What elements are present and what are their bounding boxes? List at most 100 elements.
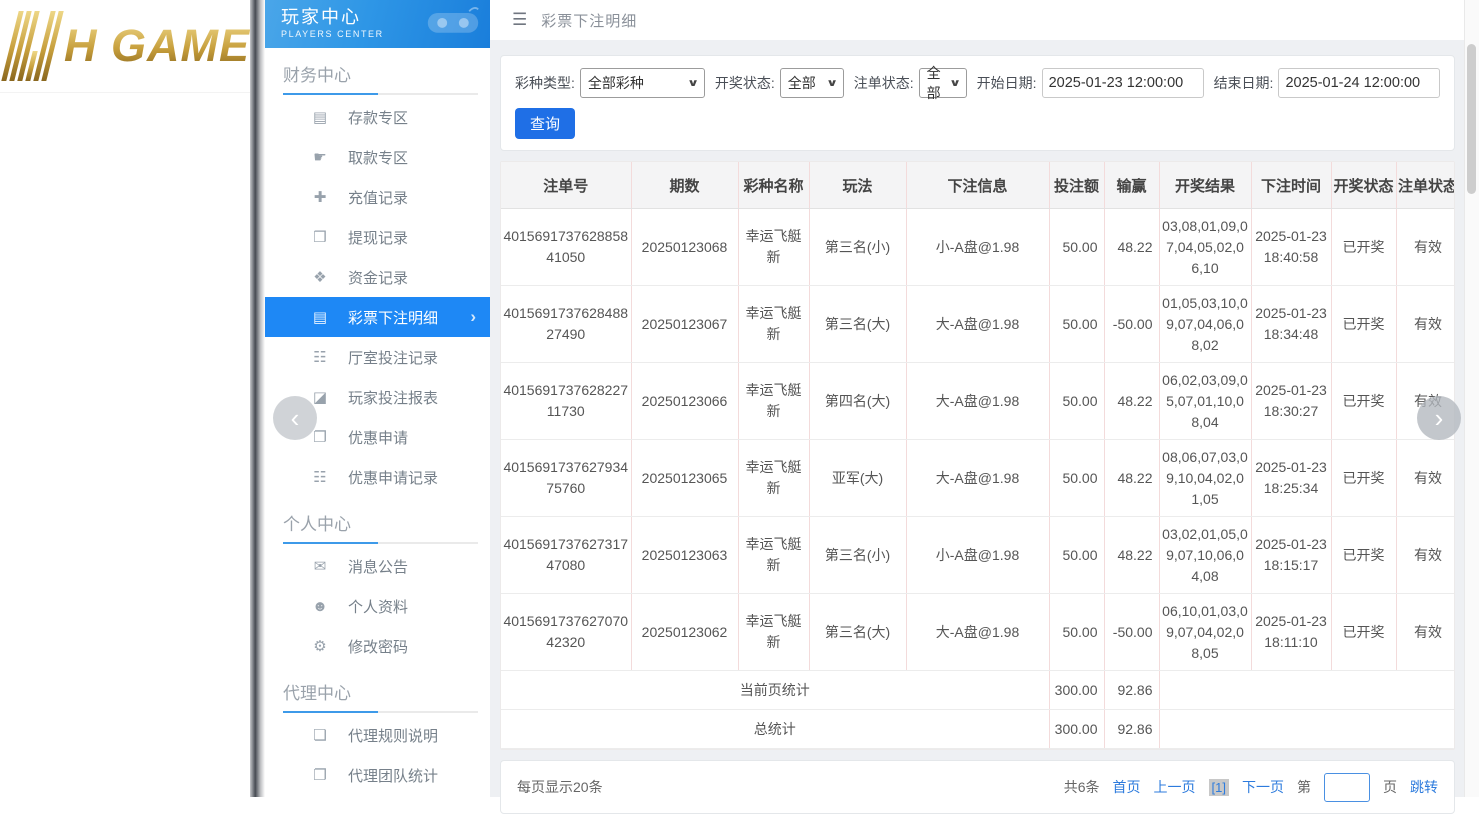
sidebar-item-withdraw-records[interactable]: ❒提现记录: [265, 217, 490, 257]
sidebar-item-agent-rules[interactable]: ❏ 代理规则说明: [265, 715, 490, 755]
list-icon: ☷: [310, 348, 330, 366]
col-header-issue: 期数: [631, 162, 738, 209]
table-row: 40156917376288584105020250123068幸运飞艇新第三名…: [501, 209, 1455, 286]
topbar: ☰ 彩票下注明细: [490, 0, 1479, 40]
underlying-page: H GAME: [0, 0, 250, 797]
sidebar-item-withdraw-zone[interactable]: ☛取款专区: [265, 137, 490, 177]
bet-status-label: 注单状态:: [854, 73, 914, 93]
logo-stripes-icon: [1, 11, 63, 81]
filter-panel: 彩种类型: 全部彩种 ∨ 开奖状态: 全部 ∨ 注单状态:: [500, 55, 1455, 151]
summary-bet-amount: 300.00: [1049, 710, 1104, 749]
cell-issue: 20250123063: [631, 517, 738, 594]
chevron-right-icon: ›: [470, 307, 476, 327]
cell-bet-info: 小-A盘@1.98: [906, 517, 1049, 594]
filter-actions: 查询: [515, 108, 1440, 139]
cell-bet-time: 2025-01-23 18:15:17: [1251, 517, 1331, 594]
sidebar-item-personal-profile[interactable]: ☻个人资料: [265, 586, 490, 626]
sidebar-item-change-password[interactable]: ⚙修改密码: [265, 626, 490, 666]
col-header-play-type: 玩法: [809, 162, 906, 209]
table-row: 40156917376284882749020250123067幸运飞艇新第三名…: [501, 286, 1455, 363]
bell-icon: ✉: [310, 557, 330, 575]
sidebar-item-deposit-zone[interactable]: ▤存款专区: [265, 97, 490, 137]
chevron-right-icon: ›: [1435, 405, 1444, 431]
sidebar-item-agent-team-stats[interactable]: ❐代理团队统计: [265, 755, 490, 795]
cell-draw-result: 08,06,07,03,09,10,04,02,01,05: [1159, 440, 1251, 517]
coupon-icon: ❐: [310, 428, 330, 446]
sidebar-item-label: 代理团队统计: [348, 765, 438, 786]
section-underline: [283, 711, 478, 713]
sidebar-item-label: 彩票下注明细: [348, 307, 438, 328]
search-button[interactable]: 查询: [515, 108, 575, 139]
cell-bet-id: 401569173762707042320: [501, 594, 631, 671]
pager-controls: 共6条 首页 上一页 [1] 下一页 第 页 跳转: [1064, 773, 1438, 802]
table-body: 40156917376288584105020250123068幸运飞艇新第三名…: [501, 209, 1455, 749]
cell-bet-amount: 50.00: [1049, 209, 1104, 286]
cell-issue: 20250123065: [631, 440, 738, 517]
sidebar-item-message-notice[interactable]: ✉消息公告: [265, 546, 490, 586]
start-date-input[interactable]: [1042, 68, 1204, 98]
prev-page-link[interactable]: 上一页: [1154, 777, 1196, 797]
section-underline: [283, 542, 478, 544]
collapse-left-button[interactable]: ‹: [273, 396, 317, 440]
start-date-group: 开始日期:: [977, 68, 1204, 98]
jump-page-input[interactable]: [1324, 773, 1370, 802]
col-header-bet-time: 下注时间: [1251, 162, 1331, 209]
sidebar-item-label: 个人资料: [348, 596, 408, 617]
cell-issue: 20250123062: [631, 594, 738, 671]
cell-draw-status: 已开奖: [1331, 209, 1396, 286]
cell-bet-time: 2025-01-23 18:40:58: [1251, 209, 1331, 286]
bet-status-select[interactable]: 全部 ∨: [919, 68, 967, 98]
sidebar-item-label: 玩家投注报表: [348, 387, 438, 408]
vertical-scrollbar[interactable]: [1464, 0, 1479, 797]
table-header-row: 注单号期数彩种名称玩法下注信息投注额输赢开奖结果下注时间开奖状态注单状态: [501, 162, 1455, 209]
cell-bet-id: 401569173762822711730: [501, 363, 631, 440]
cell-bet-amount: 50.00: [1049, 594, 1104, 671]
cell-draw-result: 01,05,03,10,09,07,04,06,08,02: [1159, 286, 1251, 363]
scroll-right-button[interactable]: ›: [1417, 396, 1461, 440]
cell-issue: 20250123068: [631, 209, 738, 286]
lottery-type-label: 彩种类型:: [515, 73, 575, 93]
jump-button[interactable]: 跳转: [1410, 777, 1438, 797]
first-page-link[interactable]: 首页: [1113, 777, 1141, 797]
document-icon: ❏: [310, 726, 330, 744]
col-header-bet-info: 下注信息: [906, 162, 1049, 209]
cell-win-loss: 48.22: [1104, 363, 1159, 440]
sidebar-item-label: 优惠申请: [348, 427, 408, 448]
scrollbar-thumb[interactable]: [1467, 44, 1476, 194]
cell-bet-time: 2025-01-23 18:30:27: [1251, 363, 1331, 440]
cell-bet-status: 有效: [1396, 594, 1455, 671]
cell-draw-status: 已开奖: [1331, 440, 1396, 517]
sidebar-item-recharge-records[interactable]: ✚充值记录: [265, 177, 490, 217]
current-page-indicator[interactable]: [1]: [1209, 779, 1229, 796]
cell-bet-time: 2025-01-23 18:34:48: [1251, 286, 1331, 363]
gamepad-icon: [424, 4, 482, 45]
sidebar-item-lottery-bet-detail[interactable]: ▤彩票下注明细›: [265, 297, 490, 337]
sidebar-item-label: 资金记录: [348, 267, 408, 288]
draw-status-select[interactable]: 全部 ∨: [780, 68, 844, 98]
cell-draw-status: 已开奖: [1331, 594, 1396, 671]
summary-empty: [1159, 671, 1455, 710]
filter-row: 彩种类型: 全部彩种 ∨ 开奖状态: 全部 ∨ 注单状态:: [515, 68, 1440, 98]
cell-bet-status: 有效: [1396, 286, 1455, 363]
brand-logo-text: H GAME: [64, 20, 250, 72]
hand-money-icon: ☛: [310, 148, 330, 166]
next-page-link[interactable]: 下一页: [1242, 777, 1284, 797]
cell-bet-time: 2025-01-23 18:11:10: [1251, 594, 1331, 671]
main-area: ☰ 彩票下注明细 彩种类型: 全部彩种 ∨ 开奖状态: 全部 ∨: [490, 0, 1479, 797]
sidebar-item-label: 提现记录: [348, 227, 408, 248]
draw-status-group: 开奖状态: 全部 ∨: [715, 68, 844, 98]
sidebar-item-label: 代理规则说明: [348, 725, 438, 746]
section-title: 个人中心: [283, 510, 472, 535]
end-date-input[interactable]: [1278, 68, 1440, 98]
cell-lottery-name: 幸运飞艇新: [738, 440, 809, 517]
cell-bet-info: 大-A盘@1.98: [906, 594, 1049, 671]
cell-play-type: 第三名(小): [809, 517, 906, 594]
cell-win-loss: -50.00: [1104, 594, 1159, 671]
sidebar-item-label: 优惠申请记录: [348, 467, 438, 488]
menu-toggle-icon[interactable]: ☰: [512, 10, 527, 30]
sidebar-item-funds-records[interactable]: ❖资金记录: [265, 257, 490, 297]
sidebar-item-hall-bet-records[interactable]: ☷厅室投注记录: [265, 337, 490, 377]
lottery-type-select[interactable]: 全部彩种 ∨: [580, 68, 705, 98]
sidebar-item-label: 修改密码: [348, 636, 408, 657]
sidebar-item-promo-apply-records[interactable]: ☷优惠申请记录: [265, 457, 490, 497]
